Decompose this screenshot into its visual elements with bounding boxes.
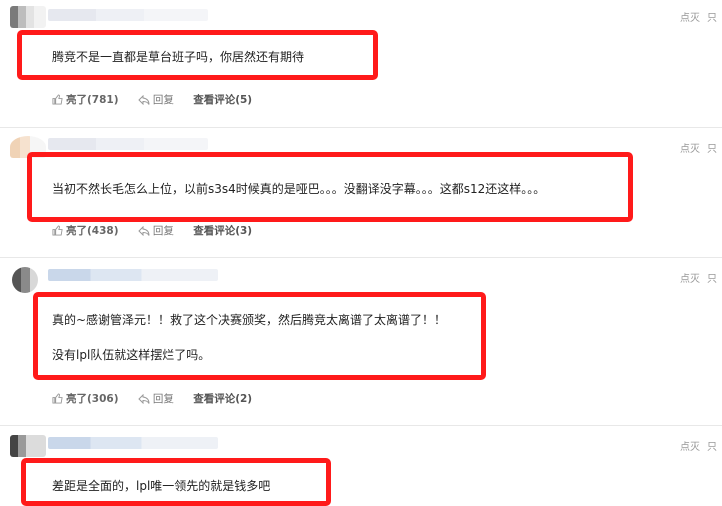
comment-top-actions: 点灭只: [680, 9, 722, 24]
view-comments-link[interactable]: 查看评论(2): [193, 391, 252, 406]
reply-icon: [138, 225, 150, 237]
thumbs-up-icon: [52, 225, 63, 236]
like-button[interactable]: 亮了(306): [52, 391, 119, 406]
comment-text: 腾竞不是一直都是草台班子吗，你居然还有期待: [52, 50, 305, 64]
divider: [0, 127, 722, 128]
report-button[interactable]: 只: [707, 274, 717, 285]
thumbs-up-icon: [52, 94, 63, 105]
divider: [0, 425, 722, 426]
comment-text: 差距是全面的，lpl唯一领先的就是钱多吧: [52, 479, 271, 493]
comment-text-line2: 没有lpl队伍就这样摆烂了吗。: [52, 348, 211, 362]
comment-text: 当初不然长毛怎么上位，以前s3s4时候真的是哑巴。。。没翻译没字幕。。。这都s1…: [52, 182, 546, 196]
comment-top-actions: 点灭只: [680, 140, 722, 155]
comment-top-actions: 点灭只: [680, 438, 722, 453]
downvote-button[interactable]: 点灭: [680, 144, 700, 155]
thumbs-up-icon: [52, 393, 63, 404]
comment-actions: 亮了(306) 回复 查看评论(2): [52, 391, 268, 406]
like-button[interactable]: 亮了(781): [52, 92, 119, 107]
reply-icon: [138, 94, 150, 106]
username-blurred[interactable]: [48, 269, 218, 281]
comment-top-actions: 点灭只: [680, 270, 722, 285]
downvote-button[interactable]: 点灭: [680, 13, 700, 24]
username-blurred[interactable]: [48, 437, 218, 449]
avatar[interactable]: [10, 435, 46, 457]
reply-button[interactable]: 回复: [138, 391, 174, 406]
username-blurred[interactable]: [48, 138, 208, 150]
reply-icon: [138, 393, 150, 405]
downvote-button[interactable]: 点灭: [680, 442, 700, 453]
comment-actions: 亮了(438) 回复 查看评论(3): [52, 223, 268, 238]
avatar[interactable]: [12, 267, 38, 293]
view-comments-link[interactable]: 查看评论(3): [193, 223, 252, 238]
divider: [0, 257, 722, 258]
report-button[interactable]: 只: [707, 442, 717, 453]
report-button[interactable]: 只: [707, 144, 717, 155]
reply-button[interactable]: 回复: [138, 223, 174, 238]
reply-button[interactable]: 回复: [138, 92, 174, 107]
comment-text-line1: 真的~感谢管泽元！！救了这个决赛颁奖，然后腾竞太离谱了太离谱了！！: [52, 313, 447, 327]
like-button[interactable]: 亮了(438): [52, 223, 119, 238]
username-blurred[interactable]: [48, 9, 208, 21]
comment-actions: 亮了(781) 回复 查看评论(5): [52, 92, 268, 107]
view-comments-link[interactable]: 查看评论(5): [193, 92, 252, 107]
report-button[interactable]: 只: [707, 13, 717, 24]
downvote-button[interactable]: 点灭: [680, 274, 700, 285]
avatar[interactable]: [10, 6, 46, 28]
highlight-box: [33, 292, 486, 380]
